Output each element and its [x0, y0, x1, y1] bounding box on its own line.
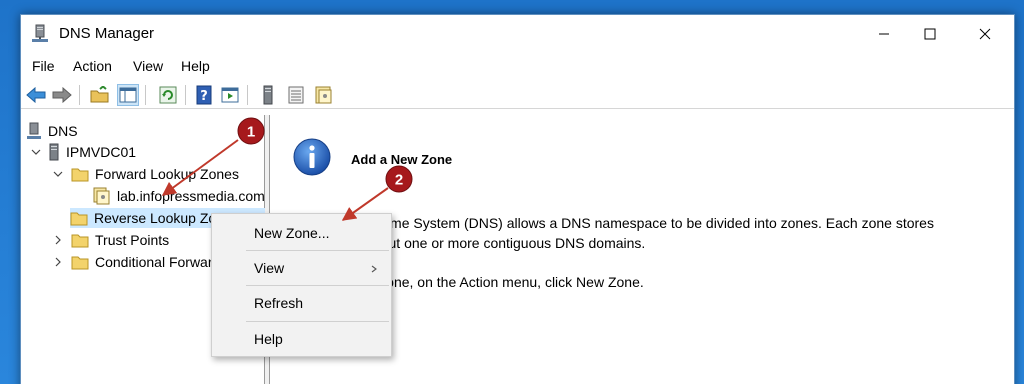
tree-node-zone[interactable]: lab.infopressmedia.com — [93, 186, 265, 206]
folder-icon — [71, 234, 89, 248]
refresh-button[interactable] — [157, 84, 179, 106]
zone-file-icon — [93, 187, 110, 205]
zone-properties-button[interactable] — [313, 84, 335, 106]
minimize-button[interactable] — [861, 15, 907, 53]
info-icon — [293, 138, 331, 176]
menu-item-label: View — [254, 260, 285, 276]
tree-node-server[interactable]: IPMVDC01 — [48, 142, 136, 162]
dns-manager-window: DNS Manager File Action View Help ? DNS … — [20, 14, 1015, 384]
maximize-button[interactable] — [907, 15, 953, 53]
toolbar: ? — [21, 81, 1014, 109]
menu-action[interactable]: Action — [73, 58, 112, 74]
window-title: DNS Manager — [59, 25, 155, 42]
tree-node-forward-lookup-zones[interactable]: Forward Lookup Zones — [71, 164, 239, 184]
folder-up-icon — [90, 86, 109, 103]
menu-separator — [246, 321, 389, 322]
menu-help[interactable]: Help — [181, 58, 210, 74]
dns-server-icon — [32, 24, 48, 42]
chevron-right-icon[interactable] — [52, 256, 64, 268]
list-icon — [288, 86, 304, 104]
tree-label: Trust Points — [95, 232, 170, 248]
server-icon — [263, 85, 273, 105]
show-hide-console-tree-button[interactable] — [117, 84, 139, 106]
action-pane-icon — [221, 87, 239, 103]
title-bar[interactable]: DNS Manager — [21, 15, 1014, 53]
help-icon: ? — [196, 85, 212, 105]
tree-label: DNS — [48, 123, 78, 139]
close-button[interactable] — [962, 15, 1008, 53]
dns-icon — [27, 122, 41, 139]
menu-item-new-zone[interactable]: New Zone... — [212, 221, 391, 247]
menu-item-label: Help — [254, 331, 283, 347]
tree-node-trust-points[interactable]: Trust Points — [71, 230, 169, 250]
up-one-level-button[interactable] — [89, 84, 111, 106]
menu-file[interactable]: File — [32, 58, 55, 74]
chevron-right-icon[interactable] — [52, 234, 64, 246]
menu-item-label: New Zone... — [254, 225, 330, 241]
folder-icon — [70, 212, 88, 226]
menu-item-label: Refresh — [254, 295, 304, 311]
folder-icon — [71, 168, 89, 182]
back-arrow-icon — [26, 87, 46, 103]
list-view-button[interactable] — [285, 84, 307, 106]
menu-view[interactable]: View — [133, 58, 163, 74]
tree-node-dns[interactable]: DNS — [26, 121, 78, 141]
chevron-down-icon[interactable] — [30, 146, 42, 158]
menu-separator — [246, 285, 389, 286]
help-button[interactable]: ? — [193, 84, 215, 106]
toolbar-separator — [185, 85, 186, 105]
menu-item-refresh[interactable]: Refresh — [212, 291, 391, 317]
toolbar-separator — [79, 85, 80, 105]
close-icon — [979, 28, 991, 40]
menu-separator — [246, 250, 389, 251]
context-menu: New Zone... View Refresh Help — [211, 213, 392, 357]
menu-item-help[interactable]: Help — [212, 327, 391, 353]
submenu-arrow-icon — [371, 265, 377, 273]
tree-label: Forward Lookup Zones — [95, 166, 239, 182]
refresh-icon — [159, 86, 177, 104]
toolbar-separator — [247, 85, 248, 105]
forward-arrow-icon — [52, 87, 72, 103]
console-tree-icon — [119, 87, 137, 103]
svg-text:?: ? — [200, 89, 208, 104]
zone-file-icon — [315, 86, 332, 104]
add-zone-heading: Add a New Zone — [351, 152, 453, 167]
tree-label: lab.infopressmedia.com — [117, 188, 265, 204]
folder-icon — [71, 256, 89, 270]
server-button[interactable] — [257, 84, 279, 106]
forward-button[interactable] — [51, 84, 73, 106]
tree-label: IPMVDC01 — [66, 144, 137, 160]
server-icon — [49, 143, 59, 161]
minimize-icon — [879, 33, 889, 35]
menu-item-view[interactable]: View — [212, 256, 391, 282]
show-hide-action-pane-button[interactable] — [219, 84, 241, 106]
chevron-down-icon[interactable] — [52, 168, 64, 180]
menu-bar: File Action View Help — [21, 55, 1014, 79]
back-button[interactable] — [25, 84, 47, 106]
toolbar-separator — [145, 85, 146, 105]
maximize-icon — [924, 28, 936, 40]
